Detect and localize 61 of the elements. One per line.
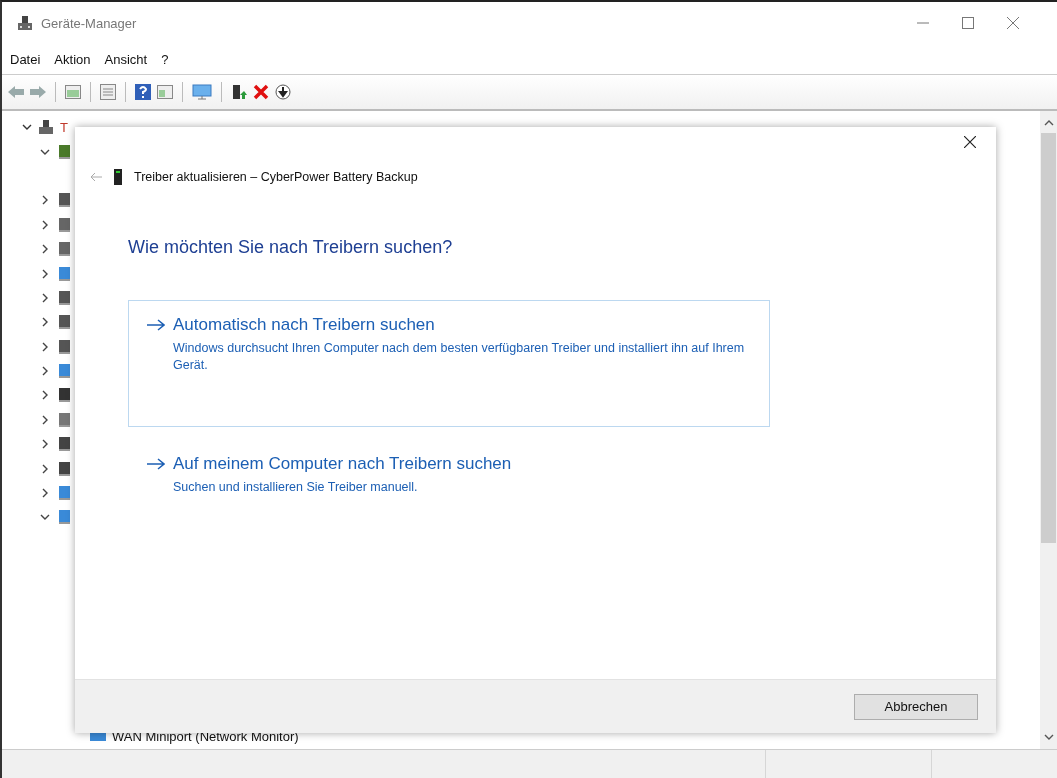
device-category-icon — [56, 143, 70, 160]
chevron-right-icon[interactable] — [40, 366, 50, 377]
chevron-right-icon[interactable] — [40, 414, 50, 425]
monitor-icon[interactable] — [192, 84, 212, 100]
chevron-right-icon[interactable] — [40, 195, 50, 206]
option-description: Suchen und installieren Sie Treiber manuell. — [173, 479, 419, 496]
option-description: Windows durchsucht Ihren Computer nach dem besten verfügbaren Treiber und installiert ihn auf Ihrem Gerät. — [173, 340, 746, 374]
battery-device-icon — [114, 169, 122, 185]
chevron-right-icon[interactable] — [40, 219, 50, 230]
device-category-icon — [56, 387, 70, 404]
chevron-right-icon[interactable] — [40, 292, 50, 303]
pane-icon[interactable] — [65, 85, 81, 99]
device-manager-icon — [17, 15, 33, 31]
device-category-icon — [56, 289, 70, 306]
device-category-icon — [56, 338, 70, 355]
arrow-icon — [147, 319, 165, 331]
scroll-down-icon[interactable] — [1043, 733, 1054, 741]
chevron-right-icon[interactable] — [40, 244, 50, 255]
dialog-heading: Wie möchten Sie nach Treibern suchen? — [128, 237, 454, 258]
option-title: Automatisch nach Treibern suchen — [173, 315, 435, 335]
properties-icon[interactable] — [100, 84, 116, 100]
device-category-icon — [56, 265, 70, 282]
device-update-icon[interactable] — [231, 84, 247, 100]
chevron-right-icon[interactable] — [40, 268, 50, 279]
dialog-title: Treiber aktualisieren – CyberPower Battery Backup — [134, 170, 418, 184]
device-category-icon — [56, 460, 70, 477]
option-title: Auf meinem Computer nach Treibern suchen — [173, 454, 512, 474]
window-title: Geräte-Manager — [41, 15, 137, 31]
pane-icon[interactable] — [157, 85, 173, 99]
maximize-icon[interactable] — [962, 17, 974, 29]
close-icon[interactable] — [964, 136, 976, 148]
help-icon[interactable] — [135, 84, 151, 100]
tree-item[interactable]: T — [60, 119, 68, 135]
chevron-right-icon[interactable] — [40, 390, 50, 401]
option-link[interactable]: Auf meinem Computer nach Treibern suchen Suchen und installieren Sie Treiber manuell. — [128, 439, 770, 511]
download-icon[interactable] — [275, 84, 291, 100]
scrollbar-thumb[interactable] — [1041, 133, 1056, 543]
menu-item[interactable]: Ansicht — [104, 51, 148, 67]
device-category-icon — [56, 241, 70, 258]
cancel-button[interactable]: Abbrechen — [854, 693, 978, 720]
chevron-right-icon[interactable] — [40, 488, 50, 499]
chevron-right-icon[interactable] — [40, 341, 50, 352]
menu-item[interactable]: Datei — [10, 51, 41, 67]
computer-icon — [38, 119, 54, 136]
device-category-icon — [56, 216, 70, 233]
menu-item[interactable]: Aktion — [54, 51, 91, 67]
device-category-icon — [56, 363, 70, 380]
delete-icon[interactable] — [253, 84, 269, 100]
scroll-up-icon[interactable] — [1043, 119, 1054, 127]
chevron-right-icon[interactable] — [40, 439, 50, 450]
option-link[interactable]: Automatisch nach Treibern suchen Windows durchsucht Ihren Computer nach dem besten verfügbaren Treiber und installiert ihn auf Ihrem Gerät. — [128, 300, 770, 427]
device-category-icon — [56, 485, 70, 502]
chevron-right-icon[interactable] — [40, 317, 50, 328]
device-category-icon — [56, 314, 70, 331]
device-category-icon — [56, 192, 70, 209]
device-category-icon — [56, 411, 70, 428]
chevron-right-icon[interactable] — [40, 463, 50, 474]
menu-item[interactable]: ? — [161, 51, 169, 67]
device-category-icon — [56, 436, 70, 453]
device-category-icon — [56, 509, 70, 526]
arrow-icon — [147, 458, 165, 470]
